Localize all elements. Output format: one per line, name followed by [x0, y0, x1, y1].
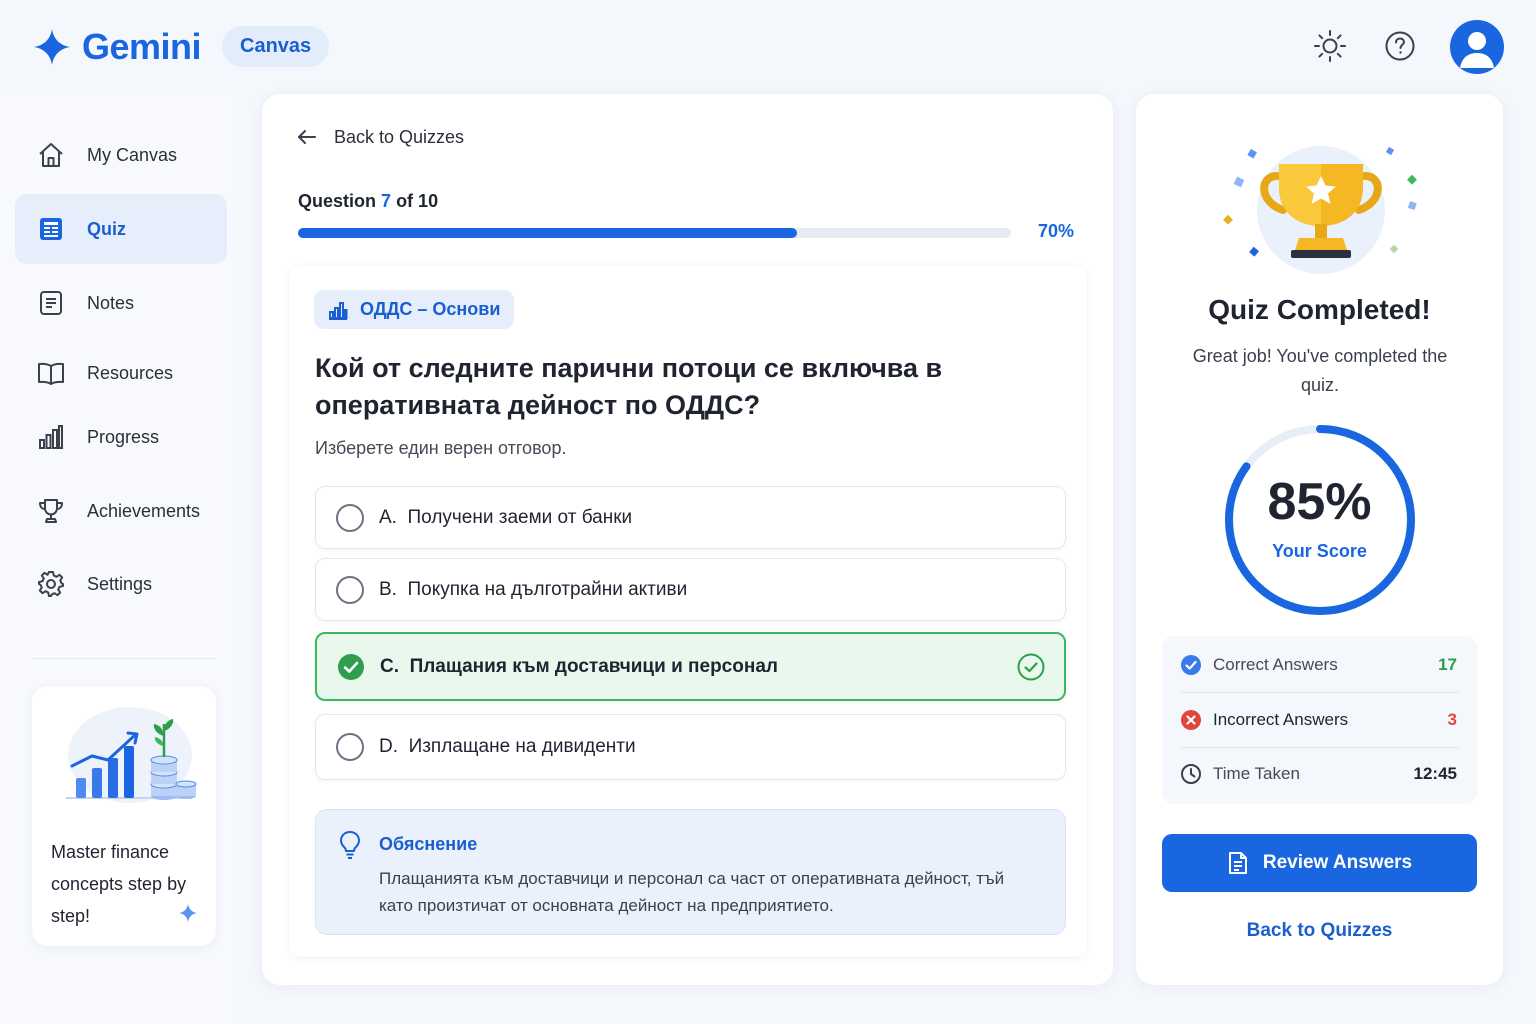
quiz-panel: Back to Quizzes Question 7 of 10 70% ОДД…	[262, 94, 1113, 985]
clock-icon	[1181, 764, 1201, 784]
sidebar-item-resources[interactable]: Resources	[15, 338, 227, 408]
score-label: Your Score	[1272, 541, 1367, 561]
promo-card: Master finance concepts step by step!	[32, 686, 216, 946]
gear-icon	[37, 570, 65, 598]
stat-value: 3	[1447, 710, 1457, 729]
help-icon	[1385, 31, 1415, 61]
option-text: D. Изплащане на дивиденти	[379, 736, 636, 757]
stat-value: 12:45	[1413, 764, 1457, 783]
quiz-icon	[37, 215, 65, 243]
topic-label: ОДДС – Основи	[360, 299, 501, 319]
question-card: ОДДС – Основи Кой от следните парични по…	[289, 266, 1087, 957]
option-text: A. Получени заеми от банки	[379, 506, 633, 528]
arrow-left-icon	[298, 130, 316, 144]
question-prefix: Question	[298, 191, 377, 211]
progress-percent: 70%	[1038, 221, 1075, 241]
avatar[interactable]	[1450, 20, 1504, 74]
theme-toggle-button[interactable]	[1310, 26, 1350, 66]
top-bar: Gemini Canvas	[0, 0, 1536, 92]
document-icon	[1228, 852, 1247, 874]
review-answers-button[interactable]: Review Answers	[1162, 834, 1477, 892]
trophy-icon	[37, 497, 65, 525]
sidebar-item-notes[interactable]: Notes	[15, 268, 227, 338]
question-hint: Изберете един верен отговор.	[315, 438, 567, 458]
sidebar-item-quiz[interactable]: Quiz	[15, 194, 227, 264]
score-value: 85%	[1267, 473, 1372, 531]
progress-fill	[298, 228, 798, 238]
explanation-box: Обяснение Плащанията към доставчици и пе…	[315, 809, 1066, 935]
sidebar-item-settings[interactable]: Settings	[15, 549, 227, 619]
home-icon	[37, 141, 65, 169]
check-circle-icon	[1181, 655, 1201, 675]
answer-option-d[interactable]: D. Изплащане на дивиденти	[315, 714, 1066, 780]
sidebar-item-progress[interactable]: Progress	[15, 402, 227, 472]
question-total: of 10	[396, 191, 439, 211]
sparkle-icon	[179, 904, 197, 922]
finance-growth-illustration	[66, 707, 197, 803]
stats-card: Correct Answers 17 Incorrect Answers 3 T…	[1162, 636, 1477, 804]
stat-time: Time Taken 12:45	[1162, 747, 1477, 801]
sidebar-item-label: Settings	[87, 573, 153, 594]
result-panel: Quiz Completed! Great job! You've comple…	[1136, 94, 1503, 985]
radio-button[interactable]	[336, 575, 364, 604]
stat-label: Incorrect Answers	[1213, 710, 1349, 729]
answer-option-a[interactable]: A. Получени заеми от банки	[315, 486, 1066, 549]
result-title: Quiz Completed!	[1208, 294, 1431, 325]
answer-option-b[interactable]: B. Покупка на дълготрайни активи	[315, 558, 1066, 621]
sidebar-item-label: Notes	[87, 292, 135, 313]
stat-incorrect: Incorrect Answers 3	[1162, 693, 1477, 747]
check-filled-icon	[338, 653, 364, 680]
lightbulb-icon	[340, 831, 360, 859]
result-subtitle: Great job! You've completed the quiz.	[1192, 346, 1448, 395]
review-button-label: Review Answers	[1262, 852, 1413, 873]
radio-button[interactable]	[336, 733, 364, 761]
question-text: Кой от следните парични потоци се включв…	[315, 353, 943, 420]
progress-bar	[298, 228, 1011, 238]
sidebar-item-label: Resources	[87, 362, 174, 383]
stat-correct: Correct Answers 17	[1162, 638, 1477, 692]
sidebar-item-label: Progress	[87, 426, 160, 447]
back-to-quizzes-button[interactable]: Back to Quizzes	[1136, 920, 1503, 942]
sidebar-item-achievements[interactable]: Achievements	[15, 476, 227, 546]
explanation-body: Плащанията към доставчици и персонал са …	[379, 869, 1005, 915]
stat-label: Time Taken	[1213, 764, 1300, 783]
back-to-quizzes-link[interactable]: Back to Quizzes	[296, 126, 464, 148]
topic-chip: ОДДС – Основи	[314, 290, 515, 329]
option-text: B. Покупка на дълготрайни активи	[379, 578, 688, 600]
help-button[interactable]	[1380, 26, 1420, 66]
brand-logo[interactable]: Gemini	[32, 26, 202, 68]
radio-button[interactable]	[336, 503, 364, 532]
brand-name: Gemini	[82, 26, 202, 67]
question-counter: Question 7 of 10	[298, 191, 438, 212]
canvas-badge[interactable]: Canvas	[222, 26, 330, 67]
stat-value: 17	[1438, 655, 1457, 674]
stat-label: Correct Answers	[1213, 655, 1338, 674]
bar-chart-icon	[37, 423, 65, 451]
trophy-illustration	[1223, 146, 1417, 274]
book-icon	[37, 359, 65, 387]
sidebar-item-label: My Canvas	[87, 144, 178, 165]
check-circle-icon	[1017, 653, 1045, 680]
sidebar: My Canvas Quiz Notes Resources Progress …	[0, 96, 238, 1024]
back-link-label: Back to Quizzes	[334, 126, 465, 147]
bar-chart-icon	[329, 301, 348, 320]
explanation-title: Обяснение	[379, 834, 478, 854]
x-circle-icon	[1181, 710, 1201, 730]
sidebar-item-my-canvas[interactable]: My Canvas	[15, 120, 227, 190]
sidebar-item-label: Achievements	[87, 500, 201, 521]
question-current: 7	[381, 191, 392, 211]
answer-option-c[interactable]: C. Плащания към доставчици и персонал	[315, 632, 1066, 701]
sidebar-divider	[32, 658, 216, 659]
option-text: C. Плащания към доставчици и персонал	[380, 655, 778, 677]
user-icon	[1460, 32, 1494, 68]
sun-icon	[1314, 30, 1346, 62]
gemini-sparkle-icon	[34, 29, 70, 65]
sidebar-item-label: Quiz	[87, 218, 126, 239]
notes-icon	[37, 289, 65, 317]
